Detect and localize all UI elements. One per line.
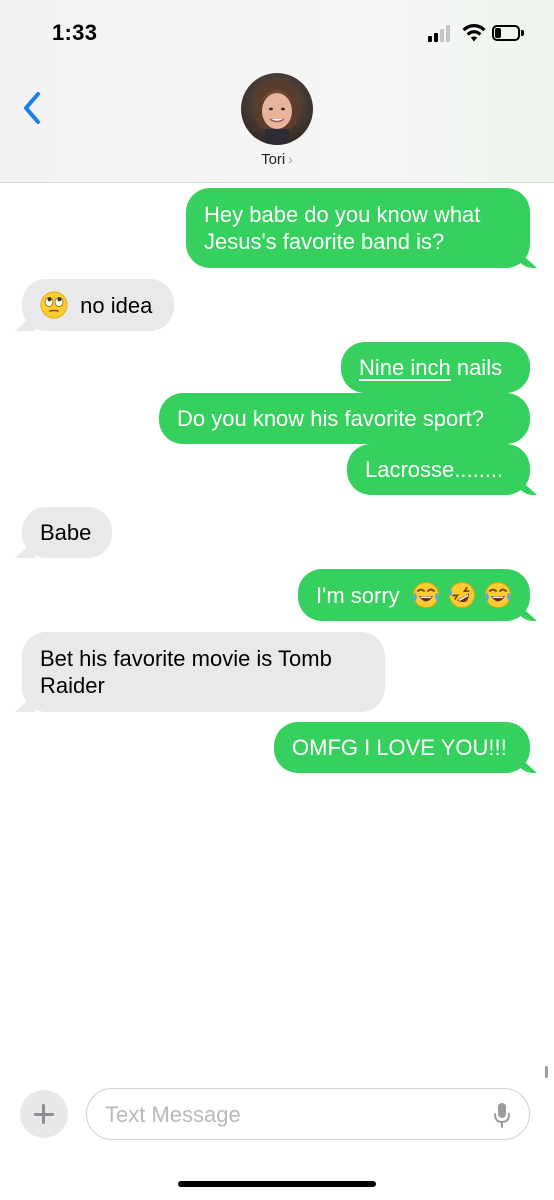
message-text: Do you know his favorite sport? xyxy=(177,406,484,431)
contact-name-label: Tori xyxy=(261,151,286,168)
chevron-right-icon: › xyxy=(288,151,293,167)
message-text: OMFG I LOVE YOU!!! xyxy=(292,735,507,760)
message-text: Hey babe do you know what xyxy=(204,202,481,227)
conversation-header: 1:33 Tori › xyxy=(0,0,554,183)
messages-app: 1:33 Tori › Hey babe do you know what Je… xyxy=(0,0,554,1200)
chevron-left-icon xyxy=(24,92,40,124)
message-text: I'm sorry xyxy=(316,583,400,608)
text-message-placeholder: Text Message xyxy=(105,1102,241,1127)
detected-link-text[interactable]: Nine inch xyxy=(359,355,451,380)
message-text: Bet his favorite movie is Tomb xyxy=(40,646,332,671)
wifi-icon xyxy=(462,24,486,42)
message-text: nails xyxy=(450,355,503,380)
face-with-tears-of-joy-icon xyxy=(412,582,439,608)
battery-icon xyxy=(492,25,524,41)
message-bubble-received[interactable]: no idea xyxy=(22,279,174,331)
scroll-indicator[interactable] xyxy=(545,1066,548,1078)
text-message-input[interactable]: Text Message xyxy=(86,1088,530,1140)
message-bubble-sent[interactable]: Lacrosse........ xyxy=(347,444,530,495)
message-bubble-sent[interactable]: Hey babe do you know what Jesus's favori… xyxy=(186,188,530,268)
face-with-rolling-eyes-icon xyxy=(40,291,68,319)
status-time: 1:33 xyxy=(52,20,98,45)
message-text: Raider xyxy=(40,673,105,698)
home-indicator[interactable] xyxy=(178,1181,376,1187)
face-with-tears-of-joy-icon xyxy=(485,582,512,608)
avatar-photo xyxy=(241,73,313,145)
contact-avatar[interactable] xyxy=(241,73,313,145)
message-text: Babe xyxy=(40,520,92,545)
message-bubble-received[interactable]: Babe xyxy=(22,507,112,558)
message-text: Jesus's favorite band is? xyxy=(204,229,445,254)
message-bubble-sent[interactable]: OMFG I LOVE YOU!!! xyxy=(274,722,530,773)
back-button[interactable] xyxy=(18,88,48,128)
contact-name[interactable]: Tori › xyxy=(0,151,554,168)
message-bubble-received[interactable]: Bet his favorite movie is Tomb Raider xyxy=(22,632,385,712)
cellular-signal-icon xyxy=(428,24,454,42)
message-bubble-sent[interactable]: I'm sorry xyxy=(298,569,530,621)
message-bubble-sent[interactable]: Do you know his favorite sport? xyxy=(159,393,530,444)
message-bubble-sent[interactable]: Nine inch nails xyxy=(341,342,530,393)
message-text: no idea xyxy=(80,293,153,318)
add-attachment-button[interactable] xyxy=(20,1090,68,1138)
microphone-icon[interactable] xyxy=(493,1102,511,1128)
message-text: Lacrosse........ xyxy=(365,457,504,482)
rolling-on-floor-laughing-icon xyxy=(448,582,475,608)
